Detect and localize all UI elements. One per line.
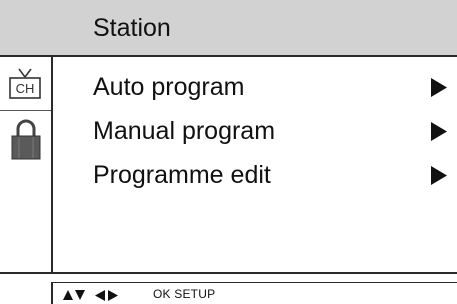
left-arrow-icon	[95, 289, 105, 301]
tv-channel-icon[interactable]: CH	[5, 67, 45, 105]
navigation-key-icons	[63, 288, 118, 302]
menu-item-manual-program[interactable]: Manual program	[93, 112, 455, 152]
up-arrow-icon	[63, 290, 73, 300]
right-triangle-icon	[431, 78, 447, 97]
key-hint-bar: OK SETUP	[51, 282, 457, 304]
menu-title: Station	[93, 14, 171, 42]
menu-item-label: Auto program	[93, 73, 245, 101]
menu-item-label: Programme edit	[93, 161, 271, 189]
right-triangle-icon	[431, 122, 447, 141]
tv-channel-icon-label: CH	[16, 81, 35, 96]
menu-item-auto-program[interactable]: Auto program	[93, 68, 455, 108]
lock-icon[interactable]	[8, 119, 44, 161]
icon-separator	[0, 110, 51, 111]
menu-title-bar: Station	[0, 0, 457, 57]
right-triangle-icon	[431, 166, 447, 185]
key-hint-text: OK SETUP	[153, 287, 216, 301]
down-arrow-icon	[75, 290, 85, 300]
osd-menu-panel: Station CH Auto program Manual program P…	[0, 0, 457, 274]
menu-item-programme-edit[interactable]: Programme edit	[93, 156, 455, 196]
menu-icon-column: CH	[0, 57, 51, 274]
icon-column-divider	[51, 57, 53, 274]
menu-item-label: Manual program	[93, 117, 276, 145]
right-arrow-icon	[108, 289, 118, 301]
